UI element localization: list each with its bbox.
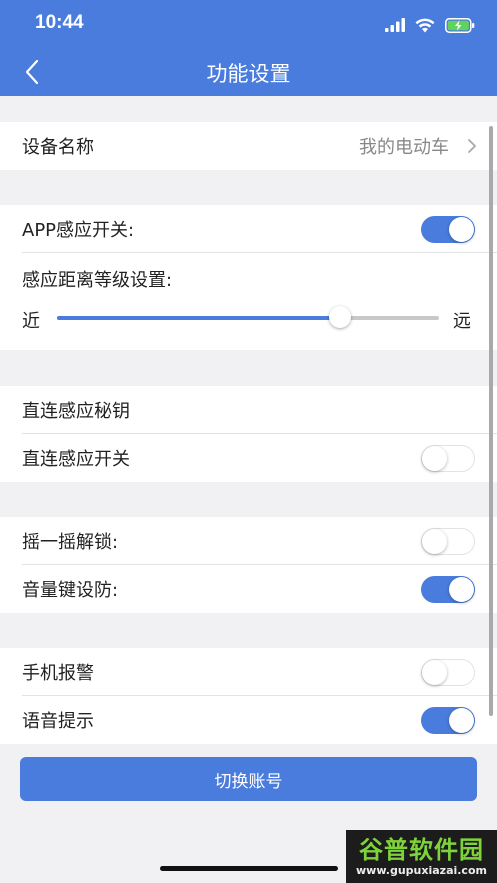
- voice-prompt-label: 语音提示: [22, 711, 94, 732]
- controls-section: 摇一摇解锁: 音量键设防:: [0, 517, 497, 613]
- toggle-knob: [422, 445, 447, 471]
- app-sensing-row: APP感应开关:: [0, 205, 497, 253]
- watermark-text: 谷普软件园: [359, 835, 484, 864]
- phone-alarm-row: 手机报警: [0, 648, 497, 696]
- page-title: 功能设置: [206, 62, 291, 86]
- scrollbar[interactable]: [489, 126, 493, 716]
- watermark-url: www.gupuxiazai.com: [356, 863, 487, 877]
- phone-alarm-toggle[interactable]: [421, 658, 475, 686]
- shake-unlock-toggle[interactable]: [421, 527, 475, 555]
- voice-prompt-toggle[interactable]: [421, 706, 475, 734]
- battery-icon: [445, 17, 475, 33]
- watermark-logo: 谷普软件园 www.gupuxiazai.com: [346, 830, 497, 883]
- direct-key-row[interactable]: 直连感应秘钥: [0, 386, 497, 434]
- volume-arm-row: 音量键设防:: [0, 565, 497, 613]
- direct-switch-toggle[interactable]: [421, 444, 475, 472]
- device-name-label: 设备名称: [22, 137, 94, 158]
- sensing-distance-row: 感应距离等级设置:: [0, 255, 497, 303]
- volume-arm-toggle[interactable]: [421, 575, 475, 603]
- device-name-value: 我的电动车: [359, 137, 449, 158]
- shake-unlock-row: 摇一摇解锁:: [0, 517, 497, 565]
- nav-header: 10:44 功能设置: [0, 0, 497, 96]
- signal-icon: [385, 18, 405, 32]
- distance-slider[interactable]: [57, 306, 439, 328]
- divider: [22, 252, 497, 253]
- volume-arm-label: 音量键设防:: [22, 580, 119, 601]
- toggle-knob: [422, 659, 447, 685]
- sensing-section: APP感应开关: 感应距离等级设置:: [0, 205, 497, 350]
- status-time: 10:44: [35, 12, 84, 33]
- slider-max-label: 远: [453, 311, 471, 332]
- direct-switch-label: 直连感应开关: [22, 449, 130, 470]
- wifi-icon: [415, 18, 435, 32]
- slider-fill: [57, 316, 340, 320]
- status-icons: [385, 14, 475, 36]
- voice-prompt-row: 语音提示: [0, 696, 497, 744]
- switch-account-button[interactable]: 切换账号: [20, 757, 477, 801]
- direct-switch-row: 直连感应开关: [0, 434, 497, 482]
- phone-alarm-label: 手机报警: [22, 663, 94, 684]
- toggle-knob: [422, 528, 447, 554]
- toggle-knob: [449, 707, 474, 733]
- direct-section: 直连感应秘钥 直连感应开关: [0, 386, 497, 482]
- slider-thumb[interactable]: [328, 306, 351, 328]
- device-name-row[interactable]: 设备名称 我的电动车: [0, 122, 497, 170]
- sensing-distance-label: 感应距离等级设置:: [22, 270, 173, 291]
- home-indicator: [160, 866, 338, 871]
- app-sensing-label: APP感应开关:: [22, 220, 135, 241]
- shake-unlock-label: 摇一摇解锁:: [22, 532, 119, 553]
- direct-key-label: 直连感应秘钥: [22, 401, 130, 422]
- alerts-section: 手机报警 语音提示: [0, 648, 497, 744]
- chevron-right-icon: [468, 139, 476, 153]
- app-sensing-toggle[interactable]: [421, 215, 475, 243]
- toggle-knob: [449, 576, 474, 602]
- toggle-knob: [449, 216, 474, 242]
- slider-min-label: 近: [22, 311, 40, 332]
- device-section: 设备名称 我的电动车: [0, 122, 497, 170]
